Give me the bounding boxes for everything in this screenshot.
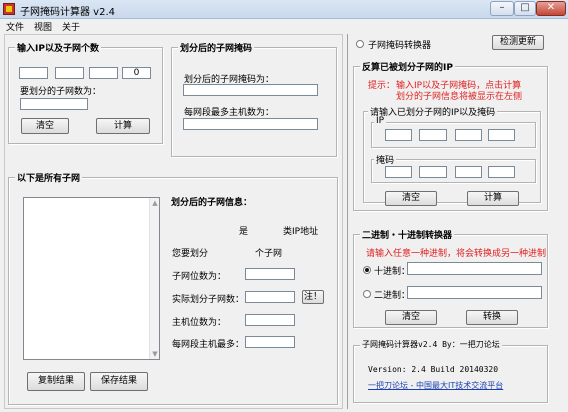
- actual-subnets-output[interactable]: [245, 291, 295, 303]
- reverse-ip-octet-1[interactable]: [385, 129, 412, 141]
- subnets-group-title: 以下是所有子网: [15, 171, 83, 184]
- reverse-ip-octet-3[interactable]: [455, 129, 482, 141]
- subnet-bits-output[interactable]: [245, 268, 295, 280]
- binary-radio[interactable]: [363, 290, 371, 298]
- ip-octet-2[interactable]: [55, 67, 84, 79]
- subnet-list[interactable]: [23, 197, 160, 360]
- version-line: Version: 2.4 Build 20140320: [368, 365, 499, 374]
- hint-prefix: 提示：: [368, 81, 396, 91]
- reverse-ip-octet-4[interactable]: [488, 129, 515, 141]
- host-bits-label: 主机位数为：: [172, 318, 227, 328]
- host-bits-output[interactable]: [245, 314, 295, 326]
- about-group-title: 子网掩码计算器v2.4 By：一把刀论坛: [360, 339, 502, 350]
- ip-subgroup-label: IP: [374, 116, 387, 126]
- hosts-label: 每网段最多主机数为：: [184, 108, 275, 118]
- subnet-bits-label: 子网位数为：: [172, 272, 227, 282]
- ip-octet-3[interactable]: [89, 67, 118, 79]
- decimal-input[interactable]: [407, 262, 542, 275]
- max-hosts-label: 每网段主机最多：: [172, 340, 245, 350]
- mask-subgroup-label: 掩码: [374, 153, 397, 166]
- you-divide-label: 您要划分: [172, 249, 209, 259]
- subnet-list-scrollbar[interactable]: ▲ ▼: [149, 198, 159, 359]
- ip-class-is-label: 是: [239, 227, 249, 237]
- scroll-down-icon[interactable]: ▼: [151, 350, 159, 358]
- forum-link[interactable]: 一把刀论坛 - 中国最大IT技术交流平台: [368, 380, 503, 391]
- menu-view[interactable]: 视图: [34, 20, 52, 33]
- bin-dec-convert-button[interactable]: 转换: [466, 310, 518, 325]
- app-icon: [3, 3, 15, 15]
- bin-dec-hint: 请输入任意一种进制，将会转换成另一种进制: [366, 249, 547, 259]
- subnet-count-suffix: 个子网: [255, 249, 283, 259]
- menu-file[interactable]: 文件: [6, 20, 24, 33]
- hint-line-2: 划分的子网信息将被显示在左侧: [396, 92, 523, 102]
- input-clear-button[interactable]: 清空: [21, 118, 69, 134]
- reverse-group-title: 反算已被划分子网的IP: [360, 60, 455, 73]
- binary-label: 二进制：: [374, 291, 411, 301]
- panel-divider: [347, 34, 348, 409]
- reverse-clear-button[interactable]: 清空: [385, 191, 437, 206]
- window-title: 子网掩码计算器 v2.4: [20, 7, 115, 18]
- binary-input[interactable]: [407, 286, 542, 299]
- reverse-mask-octet-4[interactable]: [488, 166, 515, 178]
- mask-output[interactable]: [183, 84, 318, 96]
- hosts-output[interactable]: [183, 118, 318, 130]
- save-results-button[interactable]: 保存结果: [90, 372, 148, 391]
- converter-radio-label: 子网掩码转换器: [368, 41, 432, 51]
- title-bar[interactable]: 子网掩码计算器 v2.4 – □ ✕: [0, 0, 568, 19]
- copy-results-button[interactable]: 复制结果: [27, 372, 85, 391]
- actual-subnets-label: 实际划分子网数：: [172, 295, 245, 305]
- max-hosts-output[interactable]: [245, 336, 295, 348]
- input-group-title: 输入IP以及子网个数: [15, 41, 101, 54]
- converter-radio[interactable]: [356, 40, 364, 48]
- bin-dec-group-title: 二进制・十进制转换器: [360, 228, 455, 241]
- reverse-mask-octet-3[interactable]: [455, 166, 482, 178]
- subnet-count-label: 要划分的子网数为：: [20, 87, 102, 97]
- decimal-label: 十进制：: [374, 267, 411, 277]
- close-button[interactable]: ✕: [536, 1, 566, 16]
- reverse-mask-octet-1[interactable]: [385, 166, 412, 178]
- decimal-radio[interactable]: [363, 266, 371, 274]
- subnet-info-title: 划分后的子网信息：: [171, 198, 253, 208]
- input-calc-button[interactable]: 计算: [96, 118, 150, 134]
- about-group: 子网掩码计算器v2.4 By：一把刀论坛: [353, 339, 548, 403]
- reverse-mask-octet-2[interactable]: [419, 166, 447, 178]
- subnet-count-input[interactable]: [20, 98, 88, 110]
- bin-dec-clear-button[interactable]: 清空: [385, 310, 437, 325]
- mask-group-title: 划分后的子网掩码: [178, 41, 255, 54]
- reverse-ip-octet-2[interactable]: [419, 129, 447, 141]
- note-button[interactable]: 注！: [302, 290, 324, 304]
- ip-octet-4[interactable]: 0: [122, 67, 151, 79]
- menu-about[interactable]: 关于: [62, 20, 80, 33]
- enter-ip-mask-title: 请输入已划分子网的IP以及掩码: [368, 105, 498, 118]
- scroll-up-icon[interactable]: ▲: [151, 199, 159, 207]
- maximize-button[interactable]: □: [514, 1, 536, 16]
- mask-group: 划分后的子网掩码: [171, 41, 337, 157]
- menu-bar: 文件 视图 关于: [0, 19, 568, 33]
- minimize-button[interactable]: –: [490, 1, 514, 16]
- ip-class-label: 类IP地址: [283, 227, 319, 237]
- ip-octet-1[interactable]: [19, 67, 48, 79]
- reverse-calc-button[interactable]: 计算: [467, 191, 519, 206]
- check-update-button[interactable]: 检测更新: [492, 35, 544, 50]
